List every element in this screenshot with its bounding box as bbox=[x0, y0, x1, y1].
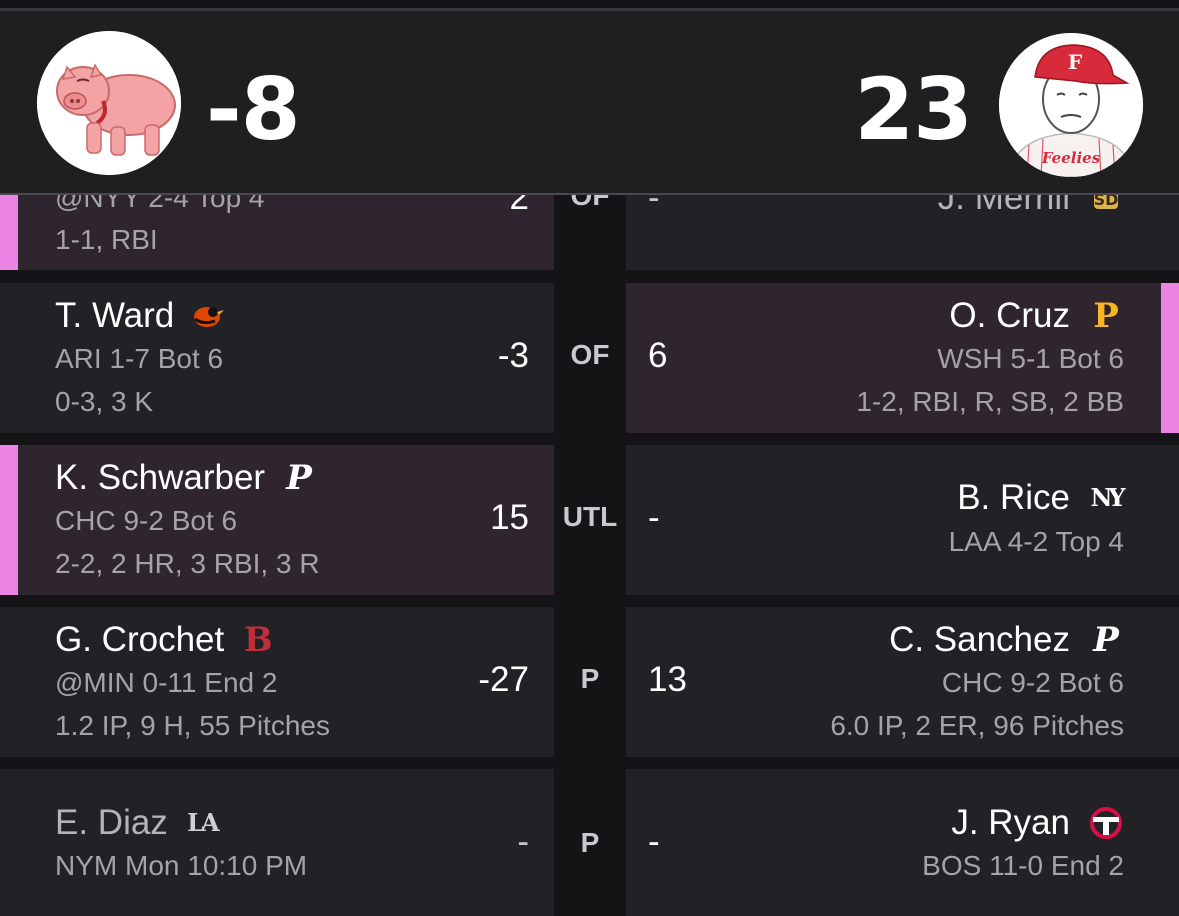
left-player-card[interactable]: E. Diaz LA NYM Mon 10:10 PM - bbox=[0, 769, 554, 916]
player-points: - bbox=[648, 822, 660, 861]
player-game-info: BOS 11-0 End 2 bbox=[922, 850, 1124, 881]
player-game-info: LAA 4-2 Top 4 bbox=[948, 526, 1124, 557]
player-points: 13 bbox=[648, 660, 687, 699]
jersey-text: Feelies bbox=[1041, 149, 1101, 167]
left-player-card[interactable]: G. Crochet B @MIN 0-11 End 2 1.2 IP, 9 H… bbox=[0, 607, 554, 757]
player-game-info: NYM Mon 10:10 PM bbox=[55, 850, 308, 881]
player-game-info: WSH 5-1 Bot 6 bbox=[937, 343, 1124, 374]
position-label: OF bbox=[570, 339, 610, 370]
player-name-text: T. Ward bbox=[55, 296, 175, 335]
player-name: T. Ward bbox=[55, 296, 226, 336]
right-player-card[interactable]: B. Rice NY LAA 4-2 Top 4 - bbox=[626, 445, 1179, 595]
highlight-bar bbox=[0, 445, 18, 595]
right-player-card[interactable]: O. Cruz P WSH 5-1 Bot 6 1-2, RBI, R, SB,… bbox=[626, 283, 1179, 433]
position-label: P bbox=[580, 827, 600, 858]
player-name: C. Sanchez P bbox=[889, 620, 1124, 660]
player-stat-line: 0-3, 3 K bbox=[55, 386, 154, 417]
player-game-info: CHC 9-2 Bot 6 bbox=[941, 667, 1124, 698]
player-points: - bbox=[648, 498, 660, 537]
player-name: G. Crochet B bbox=[55, 620, 276, 660]
player-name: E. Diaz LA bbox=[55, 803, 220, 843]
cartoon-pig-icon[interactable] bbox=[37, 31, 181, 175]
player-stat-line: 1-1, RBI bbox=[55, 224, 158, 255]
pirates-logo-icon: P bbox=[1093, 296, 1119, 336]
position-label: UTL bbox=[562, 501, 618, 532]
lineup-row: K. Schwarber P CHC 9-2 Bot 6 2-2, 2 HR, … bbox=[0, 445, 1179, 595]
lineup-row: T. Ward ARI 1-7 Bot 6 0-3, 3 K -3 OF O. … bbox=[0, 283, 1179, 433]
player-name: J. Ryan T bbox=[951, 803, 1124, 843]
player-stat-line: 6.0 IP, 2 ER, 96 Pitches bbox=[830, 710, 1124, 741]
phillies-logo-icon: P bbox=[286, 458, 312, 498]
red-sox-logo-icon: B bbox=[243, 620, 273, 660]
dodgers-logo-icon: LA bbox=[187, 808, 220, 837]
left-player-card[interactable]: T. Ward ARI 1-7 Bot 6 0-3, 3 K -3 bbox=[0, 283, 554, 433]
player-name: B. Rice NY bbox=[957, 478, 1125, 518]
lineup-row: E. Diaz LA NYM Mon 10:10 PM - P J. Ryan … bbox=[0, 769, 1179, 916]
wojak-phillies-cap-icon[interactable]: F Feelies bbox=[999, 33, 1143, 177]
player-name-text: B. Rice bbox=[957, 478, 1070, 517]
player-game-info: @MIN 0-11 End 2 bbox=[55, 667, 278, 698]
player-stat-line: 1.2 IP, 9 H, 55 Pitches bbox=[55, 710, 330, 741]
player-points: 15 bbox=[490, 498, 529, 537]
player-stat-line: 2-2, 2 HR, 3 RBI, 3 R bbox=[55, 548, 320, 579]
player-name-text: K. Schwarber bbox=[55, 458, 266, 497]
right-player-card[interactable]: C. Sanchez P CHC 9-2 Bot 6 6.0 IP, 2 ER,… bbox=[626, 607, 1179, 757]
player-game-info: CHC 9-2 Bot 6 bbox=[55, 505, 238, 536]
left-player-card[interactable]: K. Schwarber P CHC 9-2 Bot 6 2-2, 2 HR, … bbox=[0, 445, 554, 595]
player-points: 6 bbox=[648, 336, 668, 375]
home-team-score: -8 bbox=[206, 60, 301, 160]
player-name-text: C. Sanchez bbox=[889, 620, 1070, 659]
position-label: P bbox=[580, 663, 600, 694]
player-game-info: ARI 1-7 Bot 6 bbox=[55, 343, 224, 374]
right-player-card[interactable]: J. Ryan T BOS 11-0 End 2 - bbox=[626, 769, 1179, 916]
yankees-logo-icon: NY bbox=[1090, 483, 1125, 512]
player-name-text: J. Ryan bbox=[951, 803, 1070, 842]
phillies-logo-icon: P bbox=[1093, 620, 1119, 660]
player-points: -3 bbox=[497, 336, 529, 375]
highlight-bar bbox=[1161, 283, 1179, 433]
twins-logo-icon: T bbox=[1088, 805, 1124, 841]
player-name-text: O. Cruz bbox=[949, 296, 1070, 335]
player-stat-line: 1-2, RBI, R, SB, 2 BB bbox=[856, 386, 1124, 417]
cap-letter: F bbox=[1068, 50, 1082, 74]
away-team-score: 23 bbox=[854, 60, 973, 160]
player-name: O. Cruz P bbox=[949, 296, 1124, 336]
orioles-logo-icon bbox=[190, 298, 226, 334]
player-name-text: E. Diaz bbox=[55, 803, 168, 842]
lineup-row: G. Crochet B @MIN 0-11 End 2 1.2 IP, 9 H… bbox=[0, 607, 1179, 757]
player-points: -27 bbox=[478, 660, 529, 699]
player-name: K. Schwarber P bbox=[55, 458, 317, 498]
player-points: - bbox=[517, 822, 529, 861]
matchup-header: -8 23 F Feelies bbox=[0, 11, 1179, 195]
player-name-text: G. Crochet bbox=[55, 620, 225, 659]
